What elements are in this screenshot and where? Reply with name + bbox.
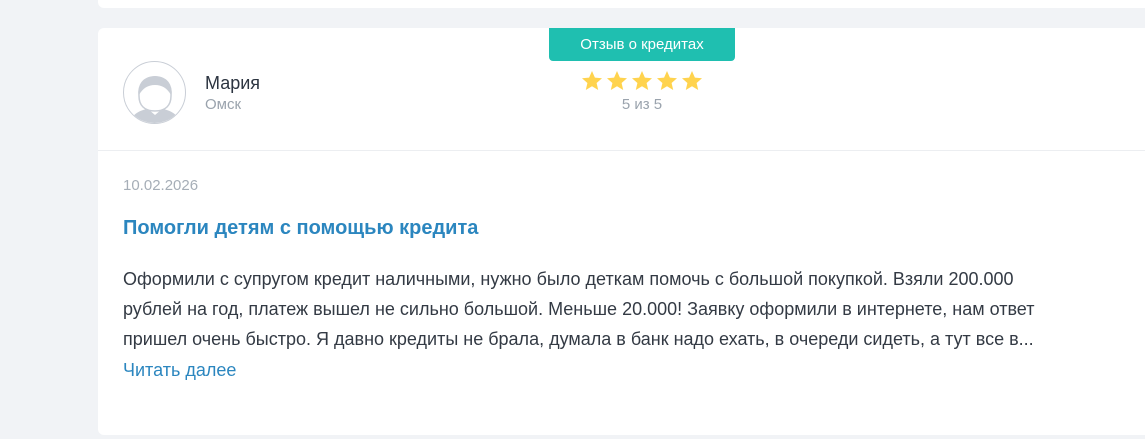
rating-text: 5 из 5 — [621, 96, 663, 113]
review-author: Мария Омск — [123, 61, 260, 124]
review-text-line: пришел очень быстро. Я давно кредиты не … — [123, 329, 1034, 349]
star-icon — [582, 71, 602, 90]
review-rating: 5 из 5 — [580, 69, 704, 113]
review-card: Отзыв о кредитах Мария Омск 5 из 5 10.02… — [98, 28, 1145, 435]
author-city: Омск — [205, 95, 242, 113]
star-icon — [682, 71, 702, 90]
read-more-link[interactable]: Читать далее — [123, 355, 236, 385]
review-title[interactable]: Помогли детям с помощью кредита — [123, 217, 478, 240]
star-icon — [657, 71, 677, 90]
previous-review-card — [98, 0, 1145, 8]
category-badge: Отзыв о кредитах — [549, 28, 735, 61]
header-divider — [98, 150, 1145, 151]
star-icon — [607, 71, 627, 90]
review-text-line: Оформили с супругом кредит наличными, ну… — [123, 269, 1014, 289]
author-name: Мария — [205, 72, 261, 93]
review-text: Оформили с супругом кредит наличными, ну… — [123, 264, 1123, 354]
review-text-line: рублей на год, платеж вышел не сильно бо… — [123, 299, 1035, 319]
user-avatar-icon — [123, 61, 186, 124]
rating-stars — [580, 69, 704, 93]
review-date: 10.02.2026 — [123, 177, 199, 194]
star-icon — [632, 71, 652, 90]
